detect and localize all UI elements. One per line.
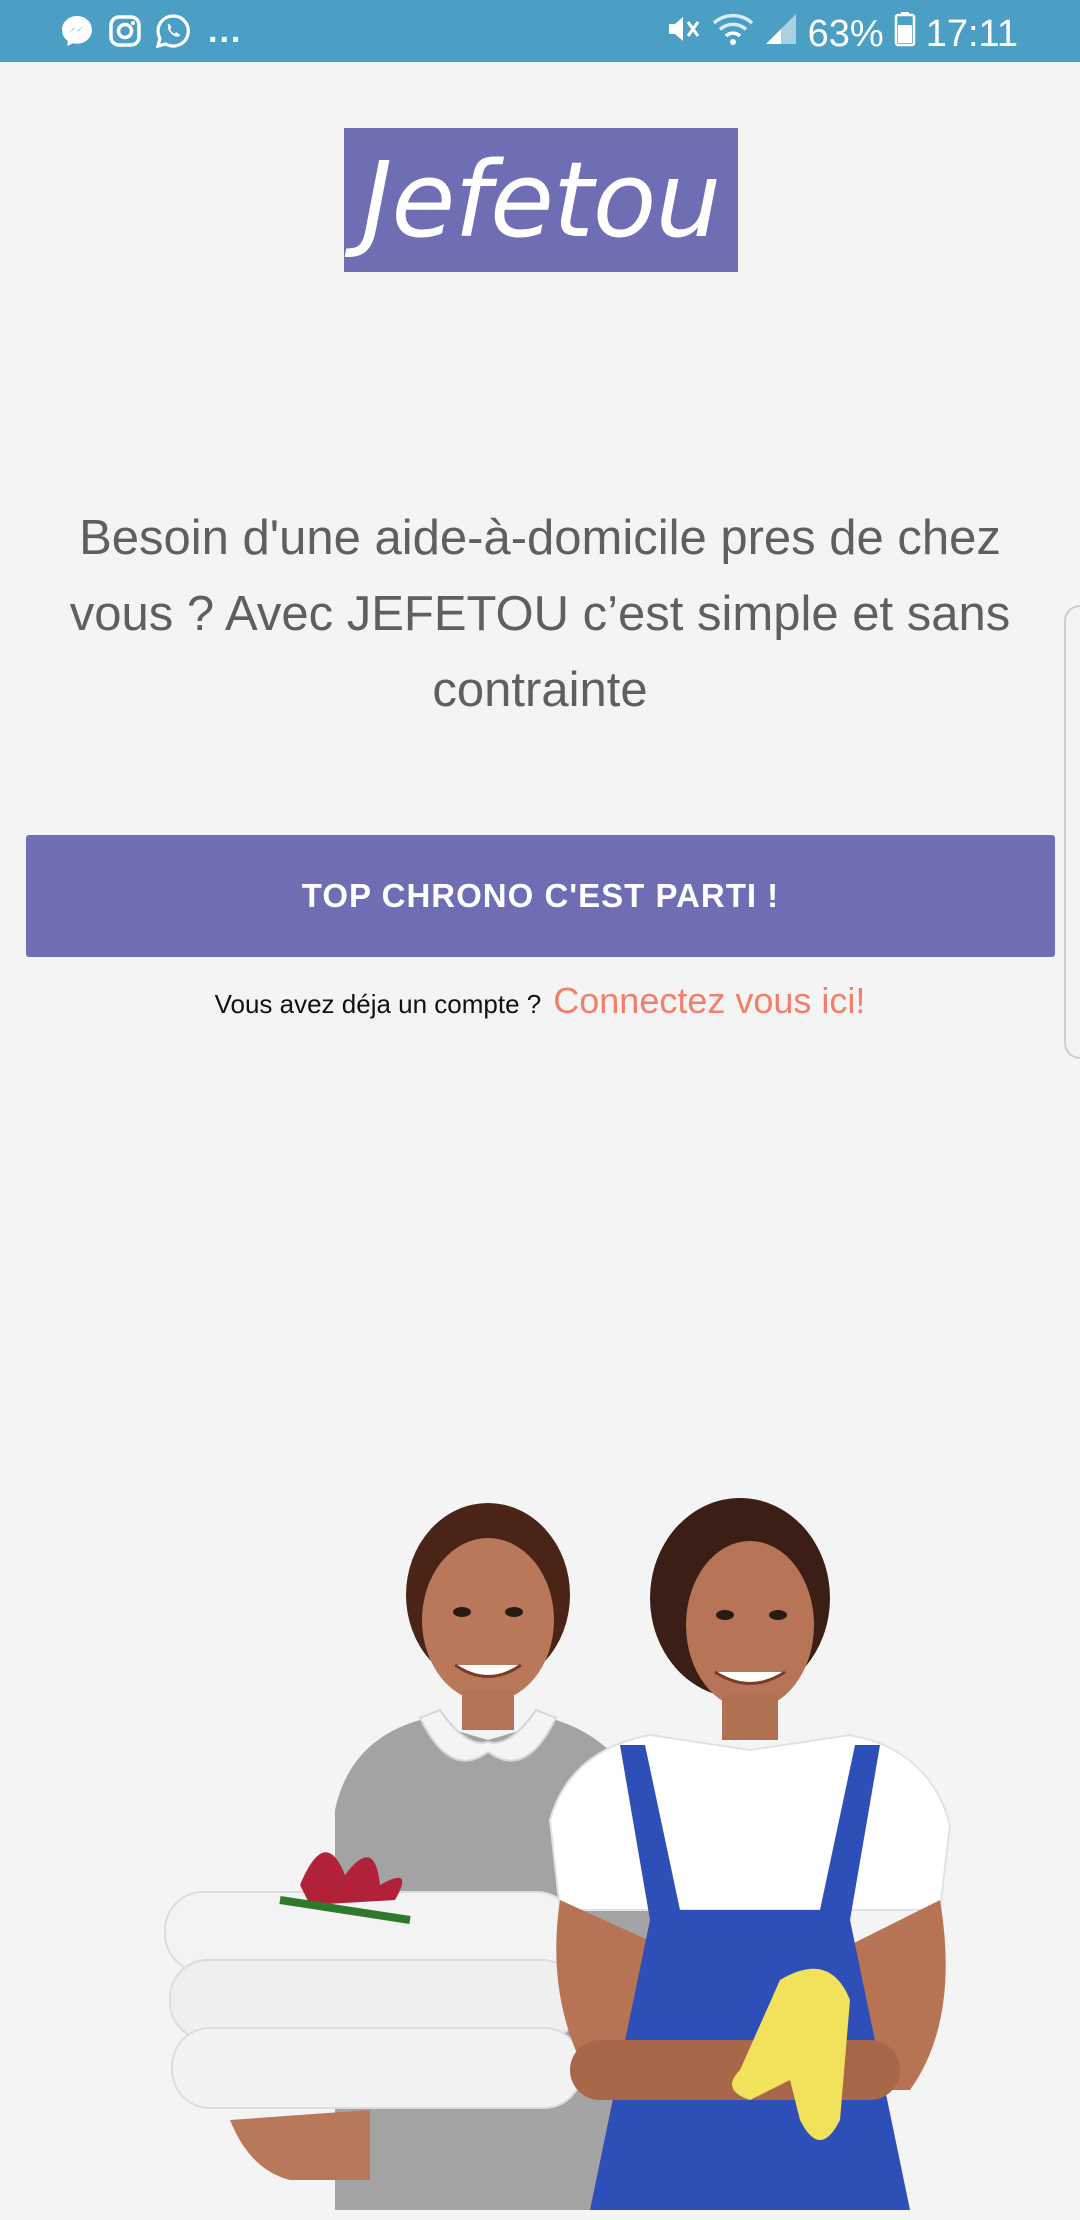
start-button[interactable]: TOP CHRONO C'EST PARTI ! — [26, 835, 1055, 957]
app-logo: Jefetou — [344, 128, 738, 272]
more-notifications: ... — [208, 12, 243, 50]
mute-icon — [664, 10, 702, 58]
login-link[interactable]: Connectez vous ici! — [553, 980, 865, 1022]
signal-icon — [764, 10, 798, 58]
battery-percentage: 63% — [807, 13, 884, 55]
messenger-icon — [58, 12, 96, 50]
system-icons: 63% 17:11 — [664, 10, 1018, 58]
clock: 17:11 — [925, 13, 1018, 55]
logo-text: Jefetou — [361, 139, 722, 261]
edge-panel-handle[interactable] — [1064, 605, 1080, 1059]
headline: Besoin d'une aide-à-domicile pres de che… — [69, 511, 1011, 717]
login-prompt: Vous avez déja un compte ? Connectez vou… — [0, 980, 1080, 1022]
instagram-icon — [106, 12, 144, 50]
wifi-icon — [712, 10, 754, 58]
whatsapp-icon — [154, 12, 192, 50]
status-bar: ... 63% 17:11 — [0, 0, 1080, 62]
login-question: Vous avez déja un compte ? — [214, 989, 542, 1019]
hero-image — [150, 1480, 970, 2210]
battery-icon — [894, 10, 916, 58]
notification-icons: ... — [58, 12, 242, 50]
